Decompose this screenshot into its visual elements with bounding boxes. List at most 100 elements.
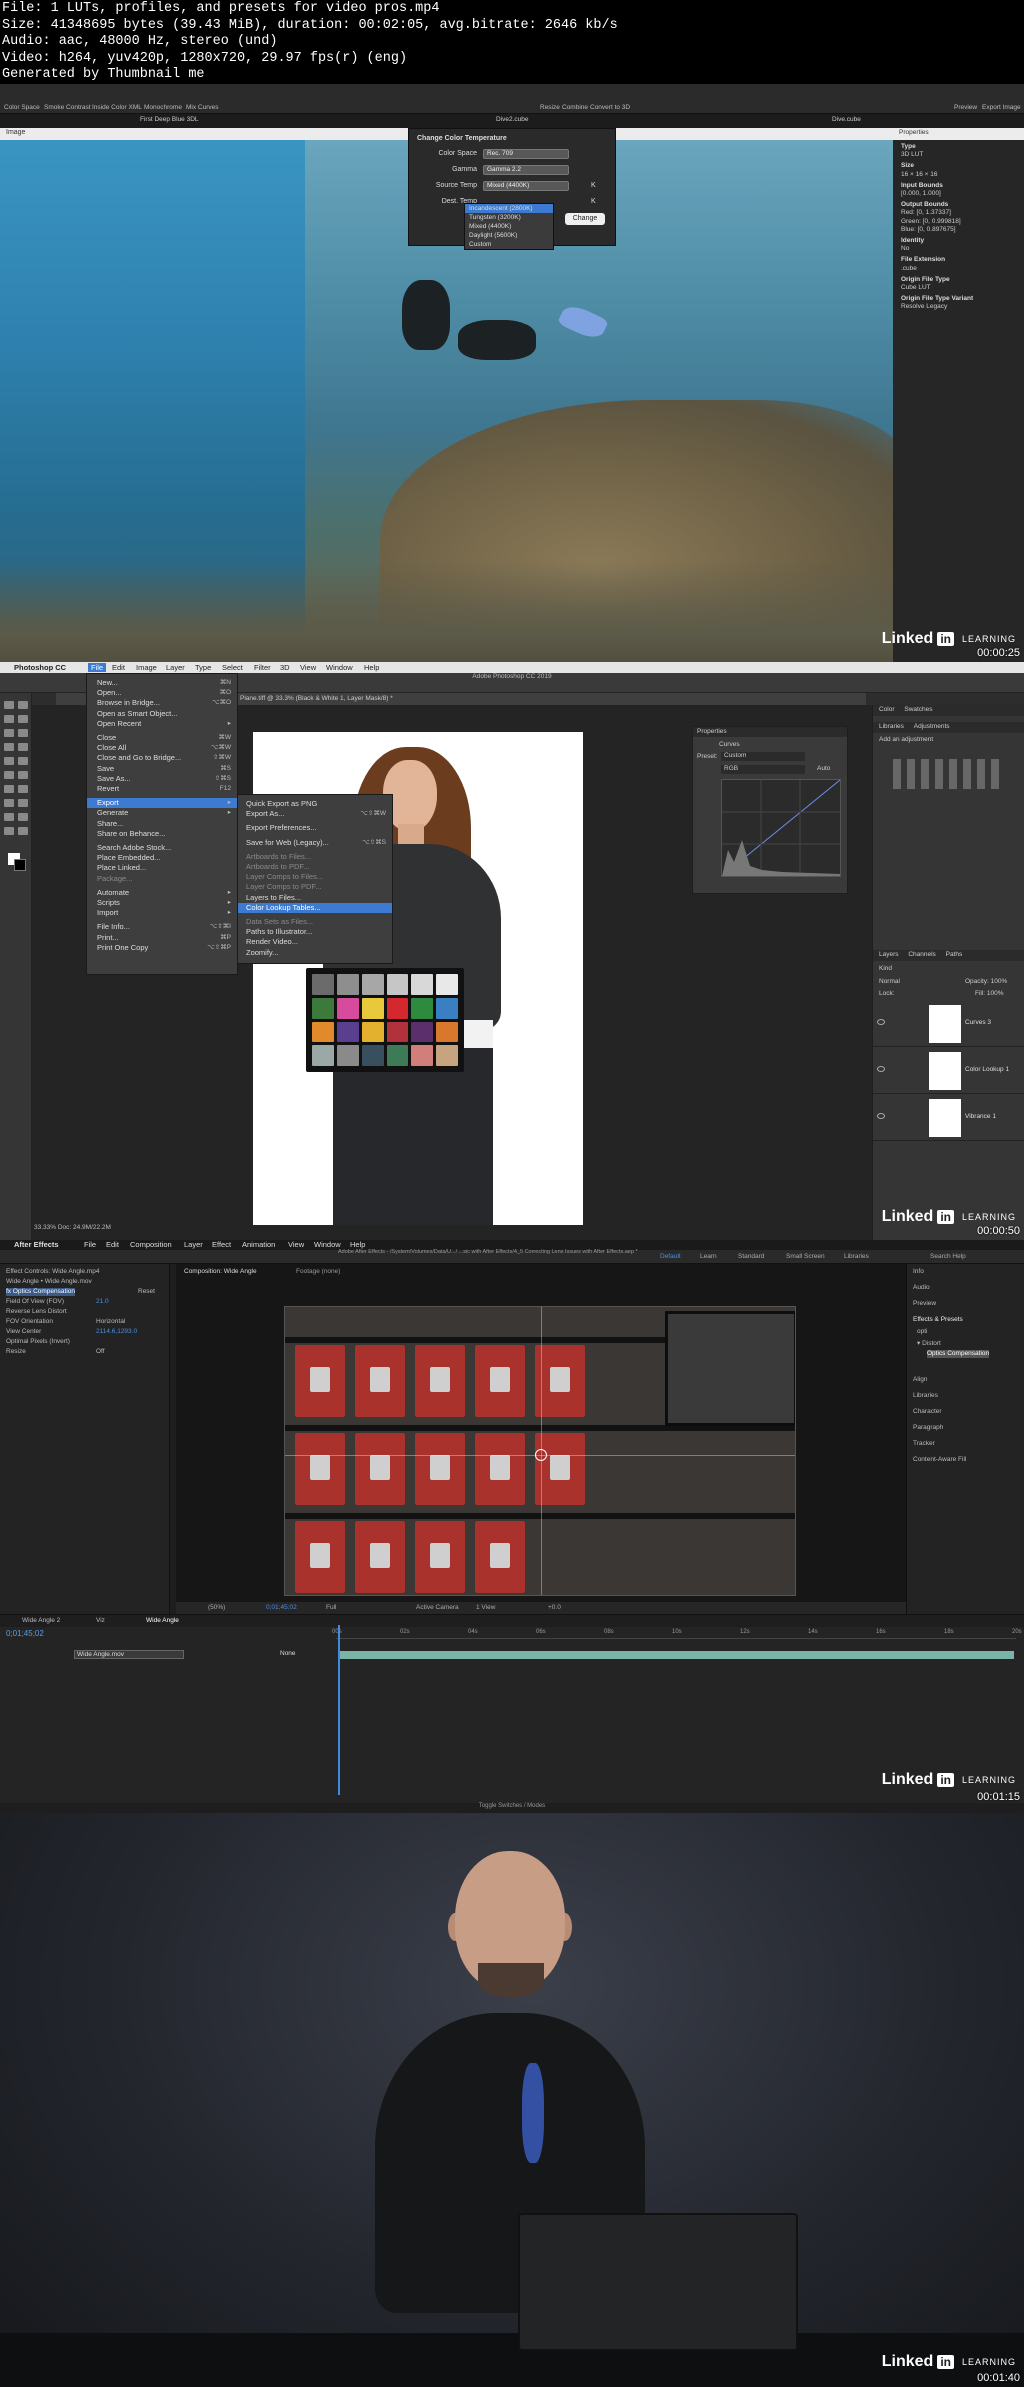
timeline-tab-viz[interactable]: Viz	[96, 1617, 105, 1624]
shape-tool-icon[interactable]	[18, 813, 28, 821]
exposure-value[interactable]: +0.0	[548, 1604, 561, 1611]
dest-option-daylight[interactable]: Daylight (5600K)	[465, 231, 553, 240]
lasso-tool-icon[interactable]	[4, 715, 14, 723]
tool-mix-curves[interactable]: Mix Curves	[186, 104, 219, 111]
workspace-libraries[interactable]: Libraries	[844, 1253, 869, 1260]
panel-effects-presets[interactable]: Effects & Presets	[913, 1316, 963, 1324]
tool-combine[interactable]: Combine	[562, 104, 588, 111]
composition-tab[interactable]: Composition: Wide Angle	[184, 1268, 257, 1275]
tool-monochrome[interactable]: Monochrome	[144, 104, 182, 111]
menu-image[interactable]: Image	[136, 663, 157, 672]
marquee-tool-icon[interactable]	[18, 701, 28, 709]
menu-item[interactable]: Place Linked...	[97, 863, 146, 873]
zoom-tool-icon[interactable]	[18, 827, 28, 835]
menu-item[interactable]: Layer Comps to PDF...	[246, 882, 321, 892]
panel-paragraph[interactable]: Paragraph	[913, 1424, 943, 1432]
export-submenu[interactable]: Quick Export as PNG Export As... ⌥⇧⌘W Expor…	[237, 794, 393, 964]
toggle-switches-modes[interactable]: Toggle Switches / Modes	[0, 1803, 1024, 1813]
menu-item[interactable]: Layer Comps to Files...	[246, 872, 323, 882]
dest-option-mixed[interactable]: Mixed (4400K)	[465, 222, 553, 231]
menu-select[interactable]: Select	[222, 663, 243, 672]
stamp-tool-icon[interactable]	[4, 757, 14, 765]
layer-row[interactable]: Curves 3	[873, 1001, 1024, 1047]
dest-option-tungsten[interactable]: Tungsten (3200K)	[465, 213, 553, 222]
change-button[interactable]: Change	[565, 213, 605, 225]
menu-item[interactable]: Export Preferences...	[246, 823, 316, 833]
tool-smoke-contrast[interactable]: Smoke Contrast	[44, 104, 91, 111]
menu-composition[interactable]: Composition	[130, 1240, 172, 1249]
blur-tool-icon[interactable]	[4, 785, 14, 793]
curves-graph[interactable]	[721, 779, 841, 877]
timeline-tab-wide-angle-2[interactable]: Wide Angle 2	[22, 1617, 60, 1624]
preset-select[interactable]: Custom	[721, 752, 805, 761]
menu-item[interactable]: New...	[97, 678, 118, 688]
menu-item[interactable]: Data Sets as Files...	[246, 917, 313, 927]
menu-edit[interactable]: Edit	[112, 663, 125, 672]
menu-edit[interactable]: Edit	[106, 1240, 119, 1249]
menu-item[interactable]: Scripts	[97, 898, 120, 908]
kind-filter[interactable]: Kind	[879, 965, 892, 972]
layer-row[interactable]: Vibrance 1	[873, 1095, 1024, 1141]
menu-item[interactable]: Close All	[97, 743, 126, 753]
menu-file[interactable]: File	[88, 663, 107, 672]
reset-link[interactable]: Reset	[138, 1288, 155, 1296]
menu-item[interactable]: Layers to Files...	[246, 893, 301, 903]
panel-content-aware-fill[interactable]: Content-Aware Fill	[913, 1456, 966, 1464]
menu-app[interactable]: After Effects	[14, 1240, 59, 1249]
menu-item[interactable]: Open Recent	[97, 719, 141, 729]
panel-info[interactable]: Info	[913, 1268, 924, 1276]
workspace-small-screen[interactable]: Small Screen	[786, 1253, 825, 1260]
eye-icon[interactable]	[877, 1066, 885, 1072]
fov-value[interactable]: 21.0	[96, 1298, 109, 1306]
menu-effect[interactable]: Effect	[212, 1240, 231, 1249]
layer-duration-bar[interactable]	[338, 1651, 1014, 1659]
menu-item[interactable]: Place Embedded...	[97, 853, 160, 863]
eye-icon[interactable]	[877, 1113, 885, 1119]
optics-compensation-item[interactable]: Optics Compensation	[927, 1350, 990, 1358]
magnification-select[interactable]: (50%)	[208, 1604, 225, 1611]
timeline-layer-row[interactable]: Wide Angle.mov None	[14, 1650, 334, 1659]
crop-tool-icon[interactable]	[4, 729, 14, 737]
tool-preview[interactable]: Preview	[954, 104, 977, 111]
effect-controls-tab[interactable]: Effect Controls: Wide Angle.mp4	[6, 1268, 99, 1276]
menu-item[interactable]: Paths to Illustrator...	[246, 927, 312, 937]
camera-select[interactable]: Active Camera	[416, 1604, 459, 1611]
dodge-tool-icon[interactable]	[18, 785, 28, 793]
tab-layers[interactable]: Layers	[879, 951, 899, 958]
menu-view[interactable]: View	[288, 1240, 304, 1249]
menu-item[interactable]: Share...	[97, 819, 123, 829]
fill-field[interactable]: Fill: 100%	[975, 990, 1004, 997]
timeline-tab-wide-angle[interactable]: Wide Angle	[146, 1617, 179, 1624]
layer-row[interactable]: Color Lookup 1	[873, 1048, 1024, 1094]
blend-mode-select[interactable]: Normal	[879, 978, 900, 985]
auto-button[interactable]: Auto	[817, 765, 830, 772]
menu-help[interactable]: Help	[364, 663, 379, 672]
quick-select-tool-icon[interactable]	[18, 715, 28, 723]
background-color-swatch[interactable]	[14, 859, 26, 871]
menu-item[interactable]: Package...	[97, 874, 132, 884]
workspace-default[interactable]: Default	[660, 1253, 681, 1260]
panel-audio[interactable]: Audio	[913, 1284, 930, 1292]
menu-item[interactable]: Export	[87, 798, 237, 809]
tool-color-space[interactable]: Color Space	[4, 104, 40, 111]
pen-tool-icon[interactable]	[4, 799, 14, 807]
adjustment-icons[interactable]	[893, 759, 1003, 789]
resize-value[interactable]: Off	[96, 1348, 105, 1356]
menu-item[interactable]: Print...	[97, 933, 119, 943]
panel-libraries[interactable]: Libraries	[913, 1392, 938, 1400]
menu-file[interactable]: File	[84, 1240, 96, 1249]
menu-item[interactable]: Artboards to Files...	[246, 852, 311, 862]
history-brush-tool-icon[interactable]	[18, 757, 28, 765]
time-ruler[interactable]: 00s 02s 04s 06s 08s 10s 12s 14s 16s 18s 20s	[332, 1629, 1022, 1639]
menu-item[interactable]: Color Lookup Tables...	[238, 902, 392, 913]
source-temp-select[interactable]: Mixed (4400K)	[483, 181, 569, 191]
menu-item[interactable]: Print One Copy	[97, 943, 148, 953]
menu-item[interactable]: Artboards to PDF...	[246, 862, 309, 872]
menu-view[interactable]: View	[300, 663, 316, 672]
path-select-tool-icon[interactable]	[4, 813, 14, 821]
hand-tool-icon[interactable]	[4, 827, 14, 835]
tab-paths[interactable]: Paths	[946, 951, 963, 958]
tab-color[interactable]: Color	[879, 706, 895, 713]
tab-channels[interactable]: Channels	[908, 951, 935, 958]
menu-type[interactable]: Type	[195, 663, 211, 672]
